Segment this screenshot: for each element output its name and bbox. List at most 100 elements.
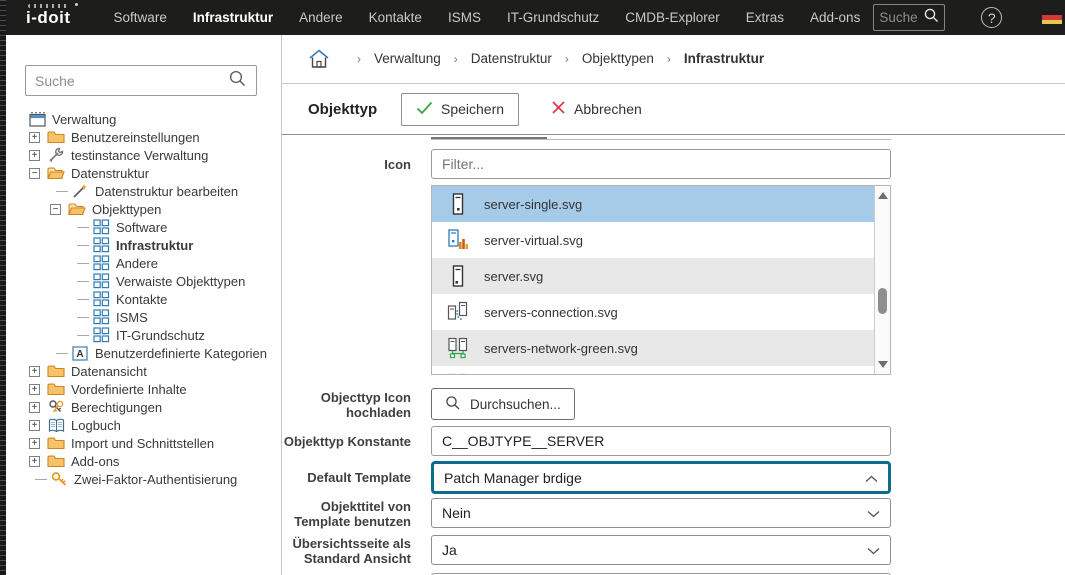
expand-icon[interactable]: + (29, 150, 40, 161)
breadcrumb-item-verwaltung[interactable]: Verwaltung (374, 51, 441, 66)
sidebar-search[interactable] (25, 65, 257, 96)
panel-resize-grip[interactable] (0, 0, 6, 575)
logo-text: i-doit (26, 8, 71, 27)
window-icon (28, 111, 46, 127)
expand-icon[interactable]: + (29, 456, 40, 467)
tree-item-label: Zwei-Faktor-Authentisierung (74, 472, 237, 487)
wand-icon (71, 183, 89, 199)
save-button[interactable]: Speichern (401, 93, 519, 126)
expand-icon[interactable]: + (29, 420, 40, 431)
chevron-up-icon (865, 470, 878, 486)
tree-item-verwaiste-objekttypen[interactable]: Verwaiste Objekttypen (6, 272, 281, 290)
tree-item-isms[interactable]: ISMS (6, 308, 281, 326)
expand-icon[interactable]: + (29, 402, 40, 413)
icon-option-server-svg[interactable]: server.svg (432, 258, 890, 294)
icon-filename: servers-connection.svg (484, 305, 618, 320)
tree-item-software[interactable]: Software (6, 218, 281, 236)
folder-closed-icon (47, 453, 65, 469)
icon-option-servers-network-off-svg[interactable]: servers-network-off.svg (432, 366, 890, 375)
expand-icon[interactable]: + (29, 132, 40, 143)
tree-item-berechtigungen[interactable]: +Berechtigungen (6, 398, 281, 416)
objecttype-icon (92, 219, 110, 235)
nav-item-isms[interactable]: ISMS (435, 10, 494, 25)
icon-label: Icon (282, 149, 411, 375)
icon-option-server-virtual-svg[interactable]: server-virtual.svg (432, 222, 890, 258)
app-logo[interactable]: i-doit (26, 8, 71, 28)
tree-item-objekttypen[interactable]: −Objekttypen (6, 200, 281, 218)
help-icon[interactable]: ? (981, 7, 1002, 28)
expand-icon[interactable]: + (29, 366, 40, 377)
tree-item-vordefinierte-inhalte[interactable]: +Vordefinierte Inhalte (6, 380, 281, 398)
sidebar-search-input[interactable] (35, 73, 228, 89)
tree-item-label: testinstance Verwaltung (71, 148, 208, 163)
scrollbar-thumb[interactable] (878, 288, 887, 314)
language-selector[interactable]: DE (1042, 9, 1065, 27)
browse-button[interactable]: Durchsuchen... (431, 388, 575, 420)
breadcrumb-separator: › (454, 52, 458, 66)
chevron-down-icon (867, 542, 880, 558)
default-template-dropdown[interactable]: Patch Manager brdige (431, 461, 891, 494)
nav-item-infrastruktur[interactable]: Infrastruktur (180, 10, 286, 25)
breadcrumb-item-infrastruktur[interactable]: Infrastruktur (684, 51, 764, 66)
icon-option-servers-network-green-svg[interactable]: servers-network-green.svg (432, 330, 890, 366)
nav-item-kontakte[interactable]: Kontakte (356, 10, 435, 25)
cancel-button[interactable]: Abbrechen (541, 93, 652, 125)
tree-item-zwei-faktor-authentisierung[interactable]: Zwei-Faktor-Authentisierung (6, 470, 281, 488)
search-icon[interactable] (228, 69, 247, 93)
tree-item-label: Import und Schnittstellen (71, 436, 214, 451)
icon-picker-list: server-single.svg server-virtual.svg serve… (431, 185, 891, 375)
tree-item-infrastruktur[interactable]: Infrastruktur (6, 236, 281, 254)
tree-item-verwaltung[interactable]: Verwaltung (6, 110, 281, 128)
icon-filename: server-virtual.svg (484, 233, 583, 248)
tree-item-datenstruktur-bearbeiten[interactable]: Datenstruktur bearbeiten (6, 182, 281, 200)
tree-item-label: Verwaltung (52, 112, 116, 127)
breadcrumb: ›Verwaltung›Datenstruktur›Objekttypen›In… (282, 35, 1065, 84)
overview-default-dropdown[interactable]: Ja (431, 535, 891, 565)
icon-filter-input[interactable] (431, 149, 891, 179)
breadcrumb-item-objekttypen[interactable]: Objekttypen (582, 51, 654, 66)
folder-closed-icon (47, 129, 65, 145)
nav-item-software[interactable]: Software (101, 10, 180, 25)
tree-item-logbuch[interactable]: +Logbuch (6, 416, 281, 434)
scroll-up-arrow[interactable] (878, 192, 888, 199)
collapse-icon[interactable]: − (29, 168, 40, 179)
global-search[interactable] (873, 4, 945, 31)
check-icon (416, 101, 433, 118)
tree-item-import-und-schnittstellen[interactable]: + Import und Schnittstellen (6, 434, 281, 452)
title-from-template-dropdown[interactable]: Nein (431, 498, 891, 528)
icon-option-servers-connection-svg[interactable]: servers-connection.svg (432, 294, 890, 330)
page-title: Objekttyp (308, 101, 401, 118)
tree-item-label: Benutzereinstellungen (71, 130, 200, 145)
objecttype-form: Icon server-single.svg server-virtual.svg… (282, 135, 1065, 575)
constant-input[interactable] (431, 426, 891, 456)
nav-item-extras[interactable]: Extras (733, 10, 797, 25)
tree-item-it-grundschutz[interactable]: IT-Grundschutz (6, 326, 281, 344)
collapse-icon[interactable]: − (50, 204, 61, 215)
servers-network-green-icon (447, 337, 469, 359)
expand-icon[interactable]: + (29, 438, 40, 449)
expand-icon[interactable]: + (29, 384, 40, 395)
nav-item-add-ons[interactable]: Add-ons (797, 10, 873, 25)
tree-connector (56, 353, 68, 354)
tree-connector (77, 335, 89, 336)
tree-item-label: Datenstruktur (71, 166, 149, 181)
tree-item-andere[interactable]: Andere (6, 254, 281, 272)
tree-item-kontakte[interactable]: Kontakte (6, 290, 281, 308)
tree-item-add-ons[interactable]: +Add-ons (6, 452, 281, 470)
nav-item-andere[interactable]: Andere (286, 10, 356, 25)
tree-item-benutzerdefinierte-kategorien[interactable]: ABenutzerdefinierte Kategorien (6, 344, 281, 362)
icon-option-server-single-svg[interactable]: server-single.svg (432, 186, 890, 222)
search-icon[interactable] (923, 7, 940, 29)
nav-item-it-grundschutz[interactable]: IT-Grundschutz (494, 10, 612, 25)
home-icon[interactable] (308, 49, 330, 69)
breadcrumb-item-datenstruktur[interactable]: Datenstruktur (471, 51, 552, 66)
tree-item-datenansicht[interactable]: +Datenansicht (6, 362, 281, 380)
tree-item-datenstruktur[interactable]: − Datenstruktur (6, 164, 281, 182)
scroll-down-arrow[interactable] (878, 361, 888, 368)
icon-list-scrollbar[interactable] (874, 186, 890, 374)
tree-connector (77, 281, 89, 282)
tree-item-benutzereinstellungen[interactable]: + Benutzereinstellungen (6, 128, 281, 146)
nav-item-cmdb-explorer[interactable]: CMDB-Explorer (612, 10, 733, 25)
tree-item-testinstance-verwaltung[interactable]: + testinstance Verwaltung (6, 146, 281, 164)
global-search-input[interactable] (879, 10, 923, 25)
